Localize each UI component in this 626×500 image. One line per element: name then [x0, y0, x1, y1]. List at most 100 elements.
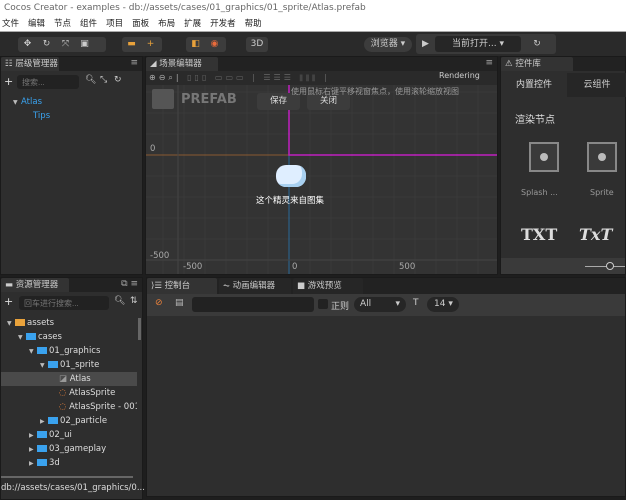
move-tool-icon[interactable]: ✥: [18, 37, 37, 52]
expand-arrow-icon[interactable]: ▼: [40, 359, 48, 373]
rect-tool-icon[interactable]: ▣: [75, 37, 94, 52]
panel-menu-icon[interactable]: ⧉ ≡: [121, 279, 138, 289]
scrollbar[interactable]: [138, 318, 141, 340]
library-panel: ⚠ 控件库 内置控件 云组件 渲染节点 Splash ... Sprite TX…: [500, 56, 626, 275]
menu-item[interactable]: 面板: [132, 16, 149, 31]
splash-sprite-icon[interactable]: [529, 142, 559, 172]
richtext-txt-icon[interactable]: TxT: [579, 225, 612, 244]
refresh-icon[interactable]: ↻: [521, 34, 553, 54]
tree-node-atlas[interactable]: ▼ Atlas: [13, 95, 50, 109]
play-icon[interactable]: ▶: [416, 34, 435, 54]
search-icon[interactable]: 🔍︎: [85, 75, 96, 85]
h-scrollbar[interactable]: [1, 476, 133, 478]
expand-arrow-icon[interactable]: ▼: [18, 331, 26, 345]
scale-tool-icon[interactable]: ⤧: [56, 37, 75, 52]
regex-checkbox[interactable]: [318, 299, 328, 309]
zoom-out-icon[interactable]: ⊖: [159, 73, 169, 82]
item-splash[interactable]: Splash ...: [521, 188, 558, 197]
asset-item[interactable]: ◪ Atlas: [1, 372, 137, 386]
menu-item[interactable]: 项目: [106, 16, 123, 31]
refresh-icon[interactable]: ↻: [114, 75, 122, 85]
pivot-icon[interactable]: ▬: [122, 37, 141, 52]
asset-item[interactable]: ◌ AtlasSprite: [1, 386, 137, 400]
tab-animation[interactable]: ⏦ 动画编辑器: [219, 278, 291, 294]
asset-path: db://assets/cases/01_graphics/0...: [1, 483, 145, 493]
sheep-sprite[interactable]: [276, 165, 306, 187]
zoom-in-icon[interactable]: ⊕: [149, 73, 159, 82]
rendering-select[interactable]: Rendering: [439, 69, 480, 83]
log-level-select[interactable]: All ▾: [354, 297, 406, 312]
panel-menu-icon[interactable]: ≡: [130, 58, 138, 68]
clear-icon[interactable]: ⊘: [155, 298, 163, 308]
menu-item[interactable]: 开发者: [210, 16, 236, 31]
tree-node-tips[interactable]: Tips: [13, 109, 50, 123]
asset-item[interactable]: ▶ 02_ui: [1, 428, 137, 442]
menu-item[interactable]: 编辑: [28, 16, 45, 31]
asset-item[interactable]: ▶ 02_particle: [1, 414, 137, 428]
search-icon[interactable]: 🔍︎: [114, 296, 125, 306]
scene-grid: [146, 85, 497, 274]
menu-item[interactable]: 组件: [80, 16, 97, 31]
snap-icon[interactable]: ◉: [205, 37, 224, 52]
add-asset-icon[interactable]: +: [4, 295, 13, 308]
console-filter-input[interactable]: [192, 297, 314, 312]
expand-arrow-icon[interactable]: ▼: [7, 317, 15, 331]
tab-builtin[interactable]: 内置控件: [501, 73, 567, 97]
menu-item[interactable]: 节点: [54, 16, 71, 31]
gizmo-icon[interactable]: ◧: [186, 37, 205, 52]
font-size-value: 14: [434, 299, 446, 309]
expand-arrow-icon[interactable]: ▼: [13, 96, 21, 110]
assets-tab[interactable]: ▬ 资源管理器: [1, 278, 69, 292]
asset-item[interactable]: ▶ 03_gameplay: [1, 442, 137, 456]
panel-menu-icon[interactable]: ≡: [485, 58, 493, 68]
mode-3d-button[interactable]: 3D: [246, 37, 268, 52]
scene-canvas[interactable]: PREFAB 保存 关闭 使用鼠标右键平移视窗焦点，使用滚轮缩放视图 这个精灵来…: [146, 85, 497, 274]
collapse-arrow-icon[interactable]: ▶: [40, 415, 48, 429]
browser-select[interactable]: 浏览器 ▾: [364, 37, 412, 52]
menu-item[interactable]: 帮助: [245, 16, 262, 31]
library-tab[interactable]: ⚠ 控件库: [501, 57, 573, 71]
tab-cloud[interactable]: 云组件: [567, 73, 626, 97]
align-icons[interactable]: ▯▯▯ ▭▭▭ | ☰☰☰ ⫴⫴⫴ |: [187, 73, 330, 82]
item-sprite[interactable]: Sprite: [590, 188, 614, 197]
asset-item[interactable]: ▼ 01_sprite: [1, 358, 137, 372]
sort-icon[interactable]: ⇅: [130, 296, 138, 306]
collapse-icon[interactable]: ⤡: [100, 75, 107, 85]
menu-item[interactable]: 扩展: [184, 16, 201, 31]
collapse-arrow-icon[interactable]: ▶: [29, 429, 37, 443]
sprite-label: 这个精灵来自图集: [256, 196, 325, 206]
sprite-icon[interactable]: [587, 142, 617, 172]
hierarchy-tab[interactable]: ☷ 层级管理器: [1, 57, 59, 71]
zoom-slider[interactable]: [501, 258, 625, 274]
scene-select[interactable]: 当前打开... ▾: [435, 36, 521, 52]
menu-item[interactable]: 文件: [2, 16, 19, 31]
scene-file-icon: ◌: [59, 388, 70, 398]
asset-item[interactable]: ▶3d_physics: [1, 470, 137, 472]
add-node-icon[interactable]: +: [4, 75, 13, 88]
menu-item[interactable]: 布局: [158, 16, 175, 31]
asset-item[interactable]: ▼ assets: [1, 316, 137, 330]
asset-item[interactable]: ▼ 01_graphics: [1, 344, 137, 358]
scene-select-label: 当前打开...: [452, 39, 497, 49]
font-size-select[interactable]: 14 ▾: [427, 297, 459, 312]
scene-tab[interactable]: ◢ 场景编辑器: [146, 57, 218, 71]
slider-thumb[interactable]: [606, 262, 614, 270]
toolbar: ✥ ↻ ⤧ ▣ ▬ + ◧ ◉ 3D 浏览器 ▾ ▶ 当前打开... ▾ ↻: [0, 32, 626, 56]
rotate-tool-icon[interactable]: ↻: [37, 37, 56, 52]
hierarchy-title: 层级管理器: [15, 59, 58, 69]
tab-console[interactable]: ⟩☰ 控制台: [147, 278, 217, 294]
collapse-arrow-icon[interactable]: ▶: [29, 471, 37, 472]
collapse-arrow-icon[interactable]: ▶: [29, 443, 37, 457]
collapse-arrow-icon[interactable]: ▶: [29, 457, 37, 471]
assets-search-input[interactable]: [19, 296, 109, 310]
local-icon[interactable]: +: [141, 37, 160, 52]
log-file-icon[interactable]: ▤: [175, 298, 184, 308]
asset-item[interactable]: ▶ 3d: [1, 456, 137, 470]
hierarchy-search-input[interactable]: [17, 75, 79, 89]
asset-item[interactable]: ◌ AtlasSprite - 001: [1, 400, 137, 414]
zoom-reset-icon[interactable]: ⌕: [168, 73, 175, 82]
expand-arrow-icon[interactable]: ▼: [29, 345, 37, 359]
tab-game-preview[interactable]: ■ 游戏预览: [293, 278, 363, 294]
label-txt-icon[interactable]: TXT: [521, 225, 557, 244]
asset-item[interactable]: ▼ cases: [1, 330, 137, 344]
